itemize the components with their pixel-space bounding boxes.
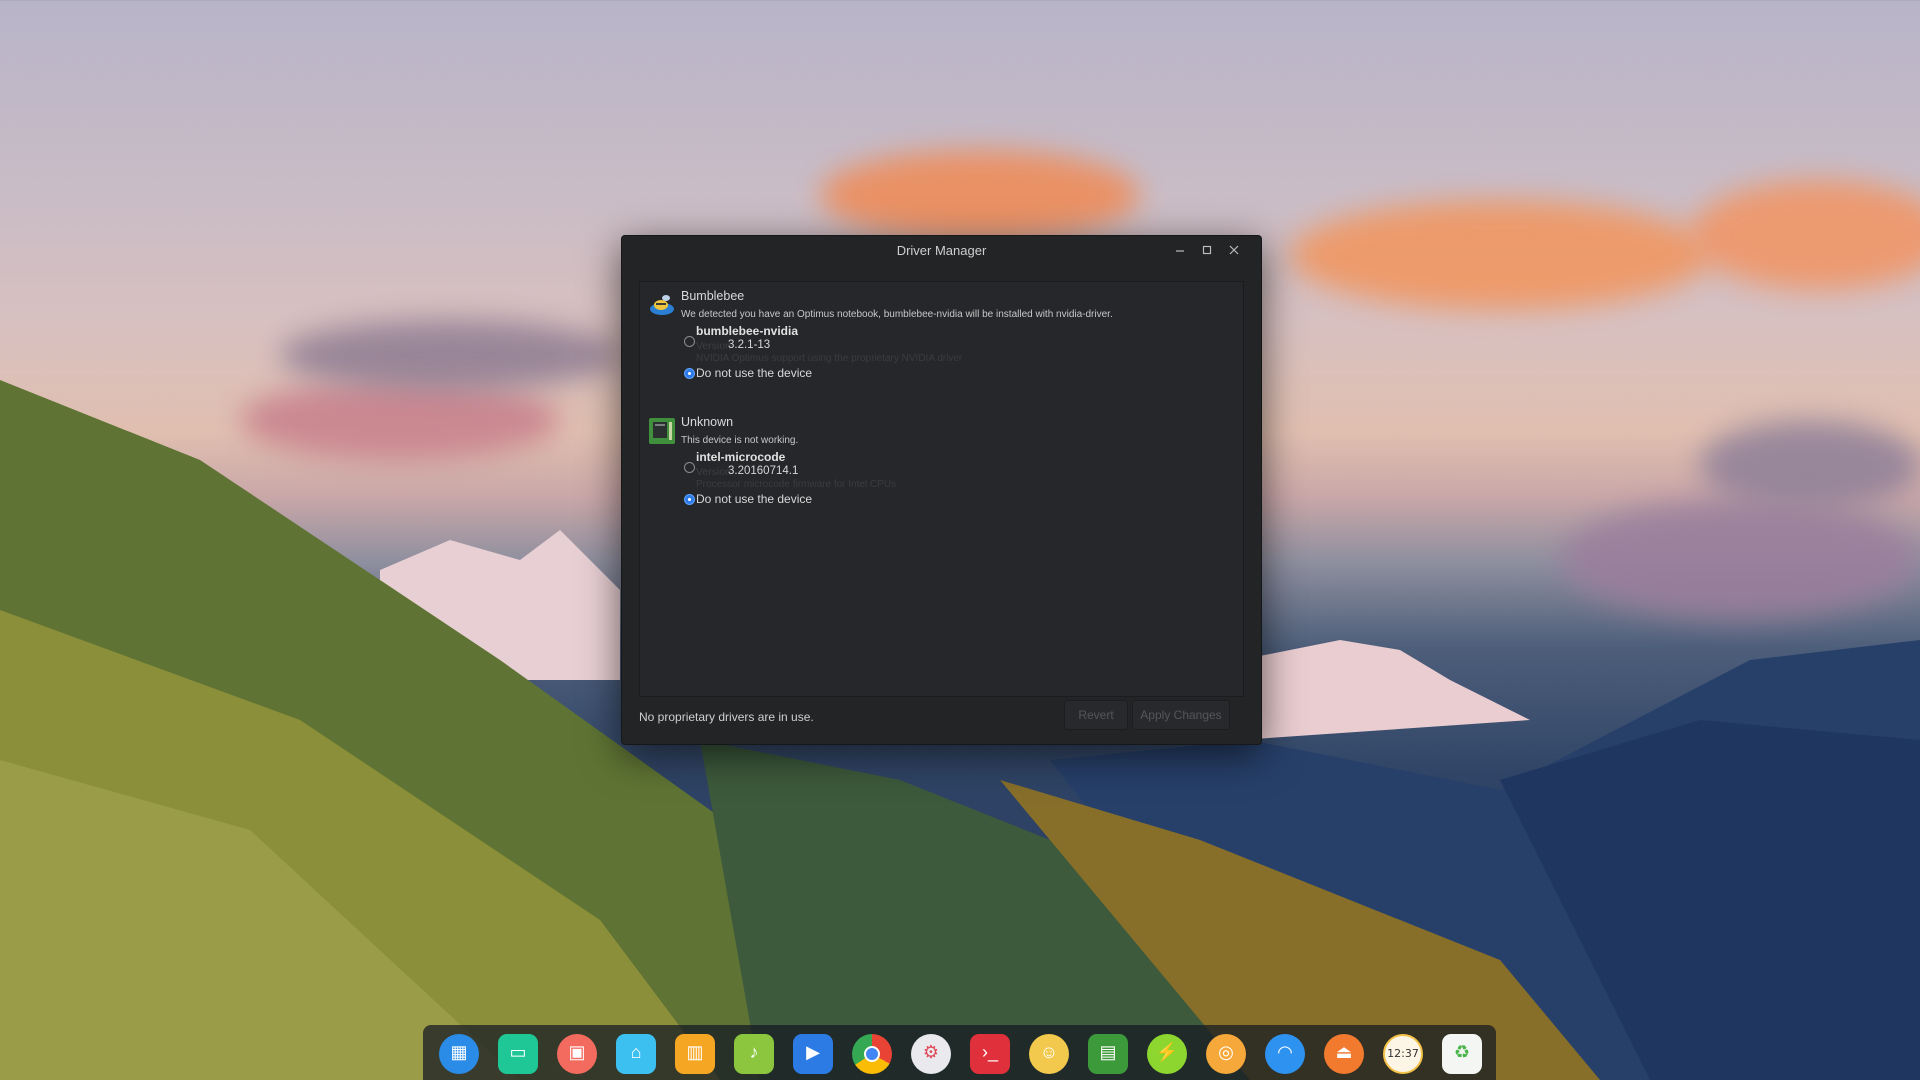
minimize-icon: [1176, 250, 1184, 252]
dock: ▦ ▭ ▣ ⌂ ▥ ♪ ▶ ⚙ ›_ ☺ ▤ ⚡ ◎ ◠ ⏏ 12:37 ♻: [423, 1025, 1496, 1080]
wallpaper-cloud: [1290, 200, 1710, 310]
bumblebee-icon: [650, 295, 674, 315]
maximize-button[interactable]: [1199, 242, 1215, 258]
browser-icon[interactable]: ◎: [1206, 1034, 1246, 1074]
driver-version-label: Version: [696, 340, 732, 352]
clock-text: 12:37: [1387, 1047, 1419, 1060]
close-icon: [1229, 245, 1239, 255]
system-monitor-icon[interactable]: ▤: [1088, 1034, 1128, 1074]
processor-icon: [649, 418, 675, 444]
device-name: Unknown: [681, 415, 734, 429]
driver-name: intel-microcode: [696, 450, 786, 464]
launcher-icon[interactable]: ▦: [439, 1034, 479, 1074]
chrome-icon[interactable]: [852, 1034, 892, 1074]
driver-radio-intel-microcode[interactable]: [684, 462, 695, 473]
driver-name: bumblebee-nvidia: [696, 324, 799, 338]
terminal-icon[interactable]: ›_: [970, 1034, 1010, 1074]
status-text: No proprietary drivers are in use.: [639, 710, 814, 724]
device-name: Bumblebee: [681, 289, 745, 303]
file-manager-icon[interactable]: ▭: [498, 1034, 538, 1074]
ailurus-icon[interactable]: ☺: [1029, 1034, 1069, 1074]
wallpaper-cloud: [1690, 180, 1920, 290]
video-icon[interactable]: ▶: [793, 1034, 833, 1074]
device-list: Bumblebee We detected you have an Optimu…: [639, 281, 1244, 697]
driver-version-label: Version: [696, 466, 732, 478]
eject-icon[interactable]: ⏏: [1324, 1034, 1364, 1074]
clock-icon[interactable]: 12:37: [1383, 1034, 1423, 1074]
driver-version: 3.2.1-13: [728, 339, 771, 351]
radio-do-not-use-unknown[interactable]: [684, 494, 695, 505]
revert-button[interactable]: Revert: [1064, 700, 1128, 730]
device-description: This device is not working.: [681, 435, 799, 446]
power-icon[interactable]: ⚡: [1147, 1034, 1187, 1074]
driver-version: 3.20160714.1: [728, 465, 799, 477]
music-icon[interactable]: ♪: [734, 1034, 774, 1074]
option-label-do-not-use[interactable]: Do not use the device: [696, 366, 812, 380]
wifi-icon[interactable]: ◠: [1265, 1034, 1305, 1074]
driver-description: Processor microcode firmware for Intel C…: [696, 479, 897, 490]
archive-icon[interactable]: ▥: [675, 1034, 715, 1074]
window-title: Driver Manager: [896, 243, 987, 258]
store-icon[interactable]: ⌂: [616, 1034, 656, 1074]
trash-icon[interactable]: ♻: [1442, 1034, 1482, 1074]
titlebar: Driver Manager: [622, 236, 1261, 264]
driver-description: NVIDIA Optimus support using the proprie…: [696, 353, 963, 364]
maximize-icon: [1202, 245, 1212, 255]
driver-radio-bumblebee-nvidia[interactable]: [684, 336, 695, 347]
screenshot-icon[interactable]: ▣: [557, 1034, 597, 1074]
close-button[interactable]: [1226, 242, 1242, 258]
wallpaper-cloud: [820, 150, 1140, 240]
driver-manager-window: Driver Manager Bumblebee We detected you…: [621, 235, 1262, 745]
settings-icon[interactable]: ⚙: [911, 1034, 951, 1074]
minimize-button[interactable]: [1172, 242, 1188, 258]
device-description: We detected you have an Optimus notebook…: [681, 309, 1113, 320]
apply-changes-button[interactable]: Apply Changes: [1132, 700, 1230, 730]
option-label-do-not-use[interactable]: Do not use the device: [696, 492, 812, 506]
radio-do-not-use-bumblebee[interactable]: [684, 368, 695, 379]
